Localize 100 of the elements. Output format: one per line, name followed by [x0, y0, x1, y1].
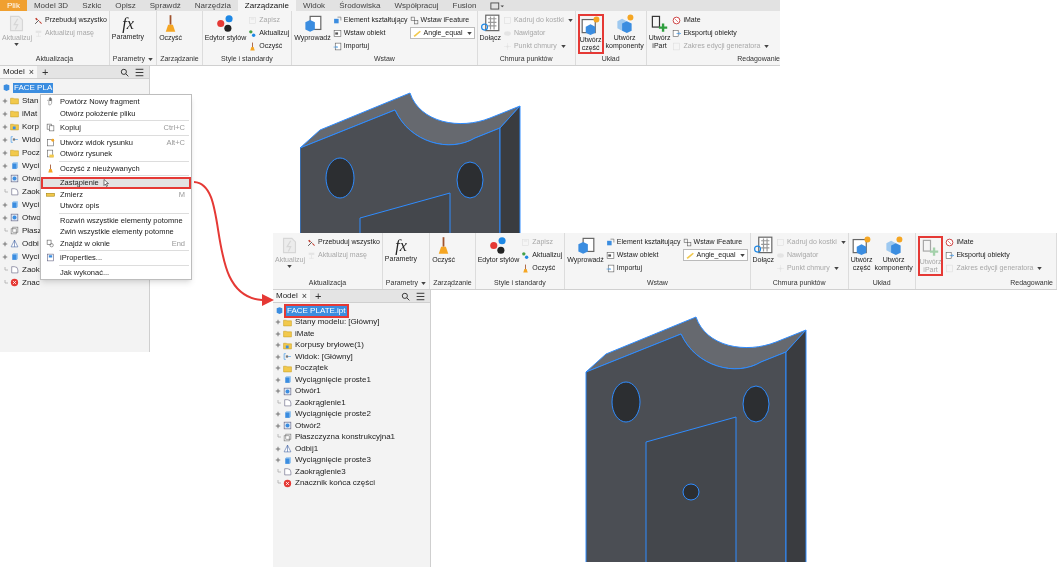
menu-icon[interactable]	[135, 67, 144, 77]
tree-item[interactable]: Odbij1	[294, 443, 320, 454]
tree-item[interactable]: Znac	[21, 277, 41, 288]
tree-item[interactable]: Wyciągnięcie proste2	[294, 409, 372, 420]
tree-item[interactable]: Pocz	[21, 147, 41, 158]
caret-icon	[840, 240, 846, 244]
ribbon-tab[interactable]: Fusion	[445, 0, 484, 11]
caret-icon	[1037, 266, 1043, 270]
tree-item[interactable]: Zaokrąglenie3	[294, 466, 347, 477]
expand-icon[interactable]	[2, 123, 8, 130]
expand-icon[interactable]	[275, 445, 281, 452]
tree-item[interactable]: Otwór1	[294, 386, 322, 397]
tree-item[interactable]: Odbi	[21, 238, 40, 249]
expand-icon[interactable]	[275, 376, 281, 383]
tree-item[interactable]: Otwo	[21, 212, 42, 223]
search-icon[interactable]	[401, 291, 410, 301]
plane-icon	[10, 226, 19, 235]
close-button[interactable]: ×	[28, 67, 35, 77]
expand-icon[interactable]	[275, 411, 281, 418]
expand-icon[interactable]	[2, 240, 8, 247]
menu-icon[interactable]	[416, 291, 425, 301]
browser-tab[interactable]: Model ×	[273, 290, 311, 302]
tree-item[interactable]: Stany modelu: [Główny]	[294, 317, 381, 328]
ribbon-tab[interactable]: Opisz	[108, 0, 143, 11]
expand-icon[interactable]	[275, 388, 281, 395]
tree-item[interactable]: Znacznik końca części	[294, 478, 377, 489]
expand-icon[interactable]	[2, 149, 8, 156]
expand-icon[interactable]	[275, 365, 281, 372]
tree-item[interactable]: Wyci	[21, 199, 41, 210]
triangle-icon	[283, 444, 292, 454]
close-button[interactable]: ×	[301, 291, 308, 301]
expand-icon[interactable]	[2, 175, 8, 182]
fillet-icon	[283, 398, 292, 408]
tree-item[interactable]: Zaok	[21, 264, 41, 275]
expand-icon[interactable]	[275, 342, 281, 349]
export-icon	[672, 28, 682, 38]
hole-icon	[10, 174, 19, 183]
tree-item[interactable]: Wido	[21, 134, 42, 145]
ribbon-tab[interactable]: Sprawdź	[142, 0, 188, 11]
window-dropdown-icon[interactable]	[489, 1, 504, 10]
x-circle-icon	[283, 478, 292, 488]
shape-icon	[605, 237, 615, 247]
tree-item[interactable]: Płasz	[21, 225, 43, 236]
triangle-icon	[10, 239, 19, 248]
expand-icon[interactable]	[2, 97, 8, 104]
expand-icon[interactable]	[2, 110, 8, 117]
expand-icon[interactable]	[2, 253, 8, 260]
expand-icon[interactable]	[275, 330, 281, 337]
expand-icon[interactable]	[2, 214, 8, 221]
ribbon-tab[interactable]: Współpracuj	[387, 0, 446, 11]
caret-icon	[148, 57, 154, 61]
ribbon-tab[interactable]: Zarządzanie	[237, 0, 296, 11]
ruler-icon	[685, 250, 695, 260]
add-tab-button[interactable]: +	[315, 290, 322, 302]
tree-item[interactable]: iMate	[294, 328, 316, 339]
tree-item[interactable]: Stan	[21, 95, 40, 106]
tree-item[interactable]: Wyciągnięcie proste3	[294, 455, 372, 466]
document-icon	[46, 149, 55, 159]
caret-icon	[567, 18, 573, 22]
ribbon-tab[interactable]: Szkic	[75, 0, 109, 11]
circle-slash-icon	[945, 237, 955, 247]
expand-icon[interactable]	[2, 201, 8, 208]
cube-icon	[303, 14, 322, 33]
search-icon[interactable]	[120, 67, 129, 77]
dots-icon	[488, 236, 508, 255]
tree-item[interactable]: Widok: [Główny]	[294, 351, 354, 362]
view-icon	[283, 352, 292, 362]
ribbon-tab[interactable]: Narzędzia	[187, 0, 238, 11]
tree-item[interactable]: Otwór2	[294, 420, 322, 431]
tree-item[interactable]: Wyci	[21, 160, 41, 171]
caret-icon	[287, 265, 293, 268]
ribbon-tab[interactable]: Widok	[295, 0, 333, 11]
tree-item[interactable]: Zaokrąglenie1	[294, 397, 347, 408]
tree-item[interactable]: iMat	[21, 108, 39, 119]
expand-icon[interactable]	[275, 353, 281, 360]
fillet-icon	[283, 467, 292, 477]
hole-icon	[10, 213, 19, 222]
expand-icon[interactable]	[2, 136, 8, 143]
block-icon	[283, 455, 292, 465]
expand-icon[interactable]	[275, 457, 281, 464]
tree-item[interactable]: Korpusy bryłowe(1)	[294, 340, 365, 351]
tree-item[interactable]: Wyciągnięcie proste1	[294, 374, 372, 385]
properties-icon	[46, 253, 55, 263]
folder-icon	[283, 363, 292, 373]
tree-item[interactable]: Otwo	[21, 173, 42, 184]
expand-icon[interactable]	[2, 162, 8, 169]
tree-item[interactable]: Wyci	[21, 251, 41, 262]
tree-item[interactable]: Początek	[294, 363, 329, 374]
tree-item[interactable]: Zaok	[21, 186, 41, 197]
circle-slash-icon	[672, 15, 682, 25]
tree-item[interactable]: Korp	[21, 121, 40, 132]
add-tab-button[interactable]: +	[42, 66, 49, 78]
expand-icon[interactable]	[275, 422, 281, 429]
tree-item[interactable]: Płaszczyzna konstrukcyjna1	[294, 432, 397, 443]
fillet-icon	[10, 265, 19, 274]
cube-icon	[576, 236, 595, 255]
expand-icon[interactable]	[275, 319, 281, 326]
browser-tab[interactable]: Model ×	[0, 66, 38, 78]
ribbon-tab[interactable]: Środowiska	[332, 0, 388, 11]
ribbon-tab[interactable]: Model 3D	[26, 0, 76, 11]
